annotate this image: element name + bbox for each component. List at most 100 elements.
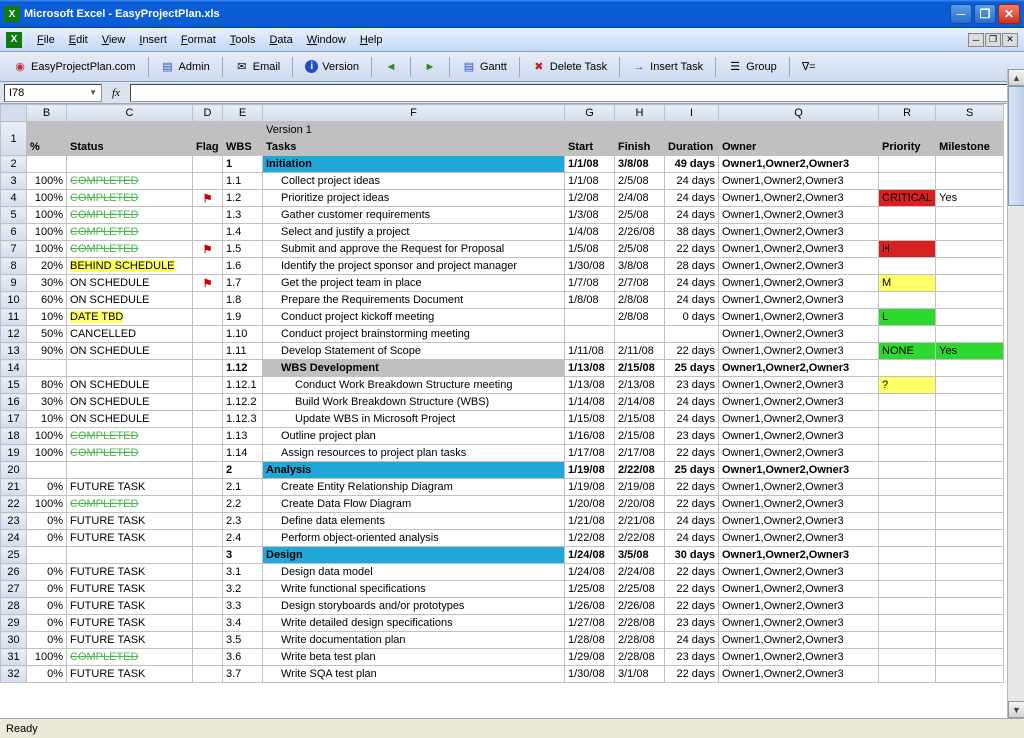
site-link[interactable]: ◉EasyProjectPlan.com bbox=[6, 56, 143, 78]
row-header-9[interactable]: 9 bbox=[1, 275, 27, 292]
cell-status[interactable]: FUTURE TASK bbox=[67, 479, 193, 496]
forward-button[interactable]: ► bbox=[416, 56, 444, 78]
cell-finish[interactable]: 2/14/08 bbox=[615, 394, 665, 411]
row-header-10[interactable]: 10 bbox=[1, 292, 27, 309]
cell-start[interactable]: 1/15/08 bbox=[565, 411, 615, 428]
cell-owner[interactable]: Owner1,Owner2,Owner3 bbox=[719, 496, 879, 513]
cell-flag[interactable] bbox=[193, 292, 223, 309]
cell-start[interactable]: 1/4/08 bbox=[565, 224, 615, 241]
cell-task[interactable]: Assign resources to project plan tasks bbox=[263, 445, 565, 462]
cell-status[interactable]: FUTURE TASK bbox=[67, 632, 193, 649]
cell-wbs[interactable]: 1.2 bbox=[223, 190, 263, 207]
cell-priority[interactable] bbox=[879, 564, 936, 581]
cell-status[interactable]: ON SCHEDULE bbox=[67, 343, 193, 360]
cell-duration[interactable]: 28 days bbox=[665, 258, 719, 275]
cell-status[interactable]: FUTURE TASK bbox=[67, 564, 193, 581]
cell-owner[interactable]: Owner1,Owner2,Owner3 bbox=[719, 666, 879, 683]
cell-status[interactable]: FUTURE TASK bbox=[67, 615, 193, 632]
col-header-E[interactable]: E bbox=[223, 105, 263, 122]
col-header-I[interactable]: I bbox=[665, 105, 719, 122]
cell-start[interactable]: 1/19/08 bbox=[565, 462, 615, 479]
col-header-Q[interactable]: Q bbox=[719, 105, 879, 122]
cell-flag[interactable] bbox=[193, 513, 223, 530]
cell-wbs[interactable]: 1.12.3 bbox=[223, 411, 263, 428]
cell-percent[interactable]: 100% bbox=[27, 207, 67, 224]
cell-percent[interactable]: 100% bbox=[27, 173, 67, 190]
cell-priority[interactable] bbox=[879, 547, 936, 564]
cell-flag[interactable] bbox=[193, 309, 223, 326]
cell-duration[interactable]: 22 days bbox=[665, 343, 719, 360]
cell-milestone[interactable] bbox=[936, 411, 1004, 428]
cell-duration[interactable]: 23 days bbox=[665, 428, 719, 445]
cell-wbs[interactable]: 3.6 bbox=[223, 649, 263, 666]
cell-percent[interactable] bbox=[27, 547, 67, 564]
cell-percent[interactable]: 0% bbox=[27, 564, 67, 581]
cell-flag[interactable] bbox=[193, 496, 223, 513]
row-header-18[interactable]: 18 bbox=[1, 428, 27, 445]
cell-owner[interactable]: Owner1,Owner2,Owner3 bbox=[719, 547, 879, 564]
cell-task[interactable]: Conduct Work Breakdown Structure meeting bbox=[263, 377, 565, 394]
cell-flag[interactable] bbox=[193, 598, 223, 615]
row-header-19[interactable]: 19 bbox=[1, 445, 27, 462]
cell-percent[interactable]: 0% bbox=[27, 666, 67, 683]
cell-status[interactable]: FUTURE TASK bbox=[67, 666, 193, 683]
vertical-scrollbar[interactable]: ▲ ▼ bbox=[1007, 69, 1024, 718]
cell-task[interactable]: Prepare the Requirements Document bbox=[263, 292, 565, 309]
scroll-up-button[interactable]: ▲ bbox=[1008, 69, 1024, 86]
cell-owner[interactable]: Owner1,Owner2,Owner3 bbox=[719, 581, 879, 598]
cell-duration[interactable]: 38 days bbox=[665, 224, 719, 241]
cell-task[interactable]: Perform object-oriented analysis bbox=[263, 530, 565, 547]
cell-owner[interactable]: Owner1,Owner2,Owner3 bbox=[719, 513, 879, 530]
cell-status[interactable]: FUTURE TASK bbox=[67, 513, 193, 530]
cell-wbs[interactable]: 1.11 bbox=[223, 343, 263, 360]
cell-status[interactable]: FUTURE TASK bbox=[67, 581, 193, 598]
cell-finish[interactable]: 2/15/08 bbox=[615, 360, 665, 377]
cell-percent[interactable]: 100% bbox=[27, 224, 67, 241]
cell-task[interactable]: Conduct project kickoff meeting bbox=[263, 309, 565, 326]
workbook-icon[interactable]: X bbox=[6, 32, 22, 48]
cell-wbs[interactable]: 1 bbox=[223, 156, 263, 173]
cell-owner[interactable]: Owner1,Owner2,Owner3 bbox=[719, 445, 879, 462]
cell-status[interactable]: ON SCHEDULE bbox=[67, 275, 193, 292]
cell-start[interactable]: 1/17/08 bbox=[565, 445, 615, 462]
cell-duration[interactable]: 22 days bbox=[665, 241, 719, 258]
cell-wbs[interactable]: 2.3 bbox=[223, 513, 263, 530]
row-header-30[interactable]: 30 bbox=[1, 632, 27, 649]
cell-milestone[interactable] bbox=[936, 479, 1004, 496]
cell-percent[interactable]: 90% bbox=[27, 343, 67, 360]
row-header-24[interactable]: 24 bbox=[1, 530, 27, 547]
cell-flag[interactable] bbox=[193, 666, 223, 683]
cell-percent[interactable]: 10% bbox=[27, 309, 67, 326]
cell-owner[interactable]: Owner1,Owner2,Owner3 bbox=[719, 479, 879, 496]
gantt-button[interactable]: ▤Gantt bbox=[455, 56, 514, 78]
cell-task[interactable]: WBS Development bbox=[263, 360, 565, 377]
cell-duration[interactable]: 23 days bbox=[665, 377, 719, 394]
cell-duration[interactable]: 24 days bbox=[665, 394, 719, 411]
cell-flag[interactable] bbox=[193, 581, 223, 598]
cell-task[interactable]: Create Entity Relationship Diagram bbox=[263, 479, 565, 496]
cell-duration[interactable]: 23 days bbox=[665, 649, 719, 666]
cell-milestone[interactable] bbox=[936, 547, 1004, 564]
cell-start[interactable]: 1/29/08 bbox=[565, 649, 615, 666]
cell-owner[interactable]: Owner1,Owner2,Owner3 bbox=[719, 309, 879, 326]
cell-wbs[interactable]: 2 bbox=[223, 462, 263, 479]
col-header-S[interactable]: S bbox=[936, 105, 1004, 122]
cell-wbs[interactable]: 1.12.2 bbox=[223, 394, 263, 411]
cell-status[interactable] bbox=[67, 462, 193, 479]
version-cell[interactable]: Version 1 bbox=[263, 122, 565, 139]
header-tasks[interactable]: Tasks bbox=[263, 139, 565, 156]
cell-milestone[interactable] bbox=[936, 224, 1004, 241]
cell-priority[interactable] bbox=[879, 258, 936, 275]
header-owner[interactable]: Owner bbox=[719, 139, 879, 156]
cell-priority[interactable] bbox=[879, 479, 936, 496]
cell-percent[interactable]: 0% bbox=[27, 479, 67, 496]
cell-wbs[interactable]: 3.2 bbox=[223, 581, 263, 598]
cell-finish[interactable]: 2/20/08 bbox=[615, 496, 665, 513]
cell-wbs[interactable]: 2.2 bbox=[223, 496, 263, 513]
cell-start[interactable]: 1/25/08 bbox=[565, 581, 615, 598]
worksheet-grid[interactable]: BCDEFGHIQRS1Version 1%StatusFlagWBSTasks… bbox=[0, 104, 1004, 683]
cell-status[interactable]: COMPLETED bbox=[67, 649, 193, 666]
row-header-4[interactable]: 4 bbox=[1, 190, 27, 207]
cell-start[interactable]: 1/22/08 bbox=[565, 530, 615, 547]
cell-duration[interactable]: 23 days bbox=[665, 615, 719, 632]
